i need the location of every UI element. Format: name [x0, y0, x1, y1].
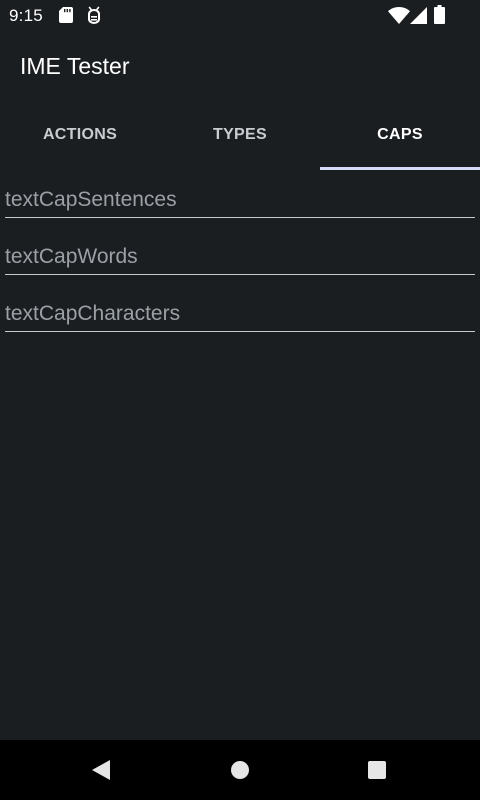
screen: 9:15 IME Tester ACTIONS TYPES CAPS textC… — [0, 0, 480, 800]
debug-icon — [88, 6, 100, 24]
sd-card-icon — [59, 7, 73, 23]
tab-label: ACTIONS — [42, 126, 118, 143]
field-row — [5, 227, 475, 284]
signal-icon — [410, 7, 427, 24]
text-cap-sentences-field[interactable] — [5, 185, 475, 218]
status-time: 9:15 — [9, 6, 43, 25]
tab-label: TYPES — [213, 126, 267, 143]
tab-label: CAPS — [377, 126, 423, 143]
app-bar: IME Tester — [0, 32, 480, 100]
tab-caps[interactable]: CAPS — [320, 100, 480, 170]
tab-bar: ACTIONS TYPES CAPS — [0, 100, 480, 170]
wifi-icon — [388, 7, 410, 24]
recents-icon[interactable] — [367, 760, 387, 780]
home-icon[interactable] — [229, 759, 251, 781]
status-bar: 9:15 — [0, 0, 480, 32]
back-icon[interactable] — [90, 758, 112, 782]
field-row — [5, 170, 475, 227]
tab-types[interactable]: TYPES — [160, 100, 320, 170]
app-title: IME Tester — [20, 53, 130, 79]
navigation-bar — [0, 740, 480, 800]
text-cap-words-field[interactable] — [5, 242, 475, 275]
caps-field-list — [5, 170, 475, 341]
battery-icon — [434, 5, 445, 24]
field-row — [5, 284, 475, 341]
text-cap-characters-field[interactable] — [5, 299, 475, 332]
tab-actions[interactable]: ACTIONS — [0, 100, 160, 170]
